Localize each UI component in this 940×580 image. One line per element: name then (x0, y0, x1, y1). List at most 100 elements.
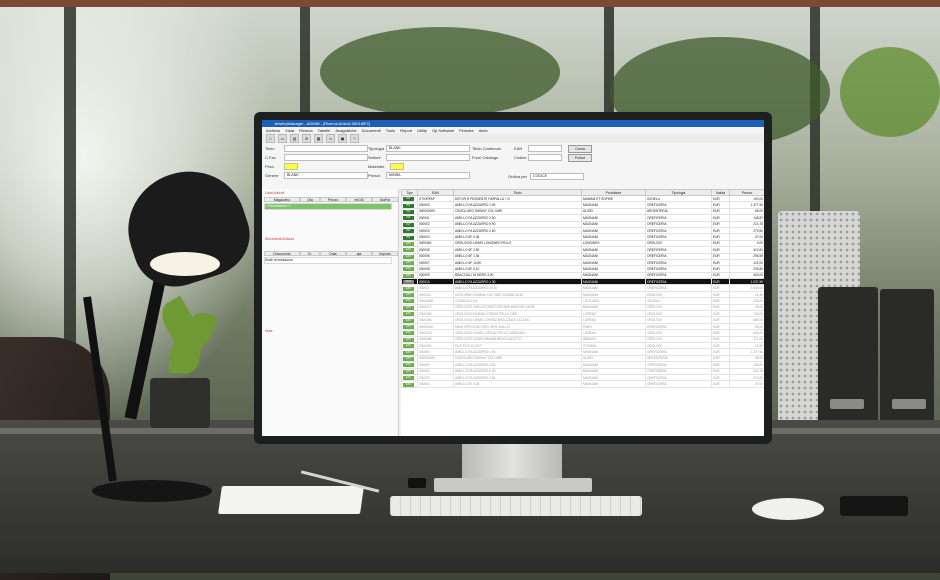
label-settore: Settore (368, 155, 381, 160)
menu-item[interactable]: Finestra (459, 128, 473, 133)
row-status-badge: EST (403, 337, 414, 342)
menu-item[interactable]: Aiuto (479, 128, 488, 133)
monitor-stand-foot (434, 478, 592, 492)
row-status-badge: INT (403, 235, 414, 240)
row-status-badge: EST (403, 356, 414, 361)
link-icon[interactable]: ∞ (326, 133, 335, 143)
row-status-badge: INT (403, 222, 414, 227)
row-status-badge: EST (403, 299, 414, 304)
row-status-badge: EST (403, 344, 414, 348)
row-status-badge: EST (403, 325, 414, 329)
label-tipologia: Tipologia (368, 146, 385, 151)
monitor: JewelryManager - ADMIN - [Ricerca Artico… (254, 112, 772, 444)
desk-organizer (880, 289, 934, 437)
new-icon[interactable]: □ (266, 133, 275, 143)
settore-select[interactable] (386, 154, 470, 161)
print-icon[interactable]: ▤ (290, 133, 299, 143)
settings-icon[interactable]: ✲ (302, 133, 311, 143)
label-prezzo: Prezzo (368, 173, 381, 178)
movimenti-title: Movimenti Articolo (265, 237, 295, 241)
cell-tipo: OREFICERIA (645, 380, 712, 388)
save-icon[interactable]: ▣ (338, 133, 347, 143)
cod-input[interactable] (284, 154, 368, 161)
row-status-badge: EST (403, 241, 414, 246)
column-header[interactable]: Documento (264, 251, 300, 256)
menu-item[interactable]: Tabelle (318, 128, 331, 133)
row-status-badge: EST (403, 363, 414, 367)
monitor-stand (462, 444, 562, 480)
ean-input[interactable] (528, 145, 562, 152)
tree-foliage (320, 27, 560, 117)
phone (840, 496, 908, 516)
articles-table: Tipo EAN Titolo Produttore Tipologia Valuta Pr… (401, 189, 764, 436)
cerca-button[interactable]: Cerca (568, 145, 592, 153)
title-bar: JewelryManager - ADMIN - [Ricerca Artico… (262, 120, 764, 127)
prezzo-select[interactable]: MINRA (386, 172, 470, 179)
pulisci-button[interactable]: Pulisci (568, 154, 592, 162)
menu-item[interactable]: Anagrafiche (335, 128, 356, 133)
plant-pot (150, 378, 210, 428)
column-header[interactable]: Prezzo (320, 197, 346, 202)
column-header[interactable]: Data (320, 251, 346, 256)
column-header[interactable]: GiaPar (372, 197, 398, 202)
row-status-badge: EST (403, 382, 414, 387)
label-codice: Codice (514, 155, 527, 160)
row-status-badge: EST (403, 267, 414, 272)
column-header[interactable]: Magazzino (264, 197, 300, 202)
prod-color-swatch[interactable] (284, 163, 298, 170)
menu-item[interactable]: Archivio (266, 128, 280, 133)
row-status-badge: EST (403, 248, 414, 252)
row-status-badge: EST (403, 350, 414, 355)
codice-input[interactable] (528, 154, 562, 161)
testo-input[interactable] (284, 145, 368, 152)
menu-item[interactable]: Ricerca (299, 128, 313, 133)
menu-item[interactable]: Op.Software (432, 128, 454, 133)
menu-item[interactable]: Report (400, 128, 412, 133)
row-status-badge: EST (403, 331, 414, 336)
open-icon[interactable]: ▭ (278, 133, 287, 143)
left-panel: Lista Articoli Magazzino Qta Prezzo ImCM Gia… (262, 189, 399, 436)
help-icon[interactable]: ? (350, 133, 359, 143)
search-filters: Testo C.Fac. Prod. Genere BLANK Tipologi… (262, 143, 764, 189)
genere-select[interactable]: BLANK (284, 172, 368, 179)
column-header[interactable]: qta (346, 251, 372, 256)
label-titolo-contenuto: Titolo Contenuto (472, 146, 502, 151)
giacenze-row[interactable]: 1 Prenotazioni / I (264, 203, 392, 210)
report-icon[interactable]: ▦ (314, 133, 323, 143)
row-status-badge: EST (403, 293, 414, 297)
menu-item[interactable]: Utility (417, 128, 427, 133)
desk-organizer (818, 287, 878, 437)
row-status-badge: INT (403, 229, 414, 233)
ordina-per-select[interactable]: CODICE (530, 173, 584, 180)
column-header[interactable]: N. (300, 251, 320, 256)
materiale-color-swatch[interactable] (390, 163, 404, 170)
tipologia-select[interactable]: BLANK (386, 145, 470, 152)
giacenze-title: Lista Articoli (265, 191, 285, 195)
menu-item[interactable]: Tools (386, 128, 395, 133)
label-testo: Testo (265, 146, 275, 151)
column-header[interactable]: Importo (372, 251, 398, 256)
cell-prod: MAGNANI (581, 380, 646, 388)
binder-clip (408, 478, 426, 488)
column-header[interactable]: ImCM (346, 197, 372, 202)
lamp-base (92, 480, 212, 502)
row-status-badge: EST (403, 254, 414, 259)
movimenti-header: Documento N. Data qta Importo (264, 251, 398, 256)
row-status-badge: EST (403, 305, 414, 310)
menu-item[interactable]: Documenti (362, 128, 381, 133)
row-status-badge: EST (403, 273, 414, 278)
cell-prezzo: 47,00 (729, 380, 764, 388)
movimenti-row[interactable]: Sede di emissione (264, 257, 392, 264)
row-status-badge: EST (403, 376, 414, 380)
giacenze-header: Magazzino Qta Prezzo ImCM GiaPar (264, 197, 398, 202)
note-title: Note (265, 329, 273, 333)
column-header[interactable]: Qta (300, 197, 320, 202)
row-status-badge: INT (403, 197, 414, 201)
label-ean: EAN (514, 146, 523, 151)
menu-item[interactable]: Vista (285, 128, 294, 133)
top-color-band (0, 0, 940, 7)
table-row[interactable]: EST 000004 ANELLO 6F 0.36 MAGNANI OREFICERIA… (401, 380, 764, 388)
app-window: JewelryManager - ADMIN - [Ricerca Artico… (262, 120, 764, 436)
row-status-badge: INT (403, 203, 414, 208)
label-prod: Prod. (265, 164, 275, 169)
